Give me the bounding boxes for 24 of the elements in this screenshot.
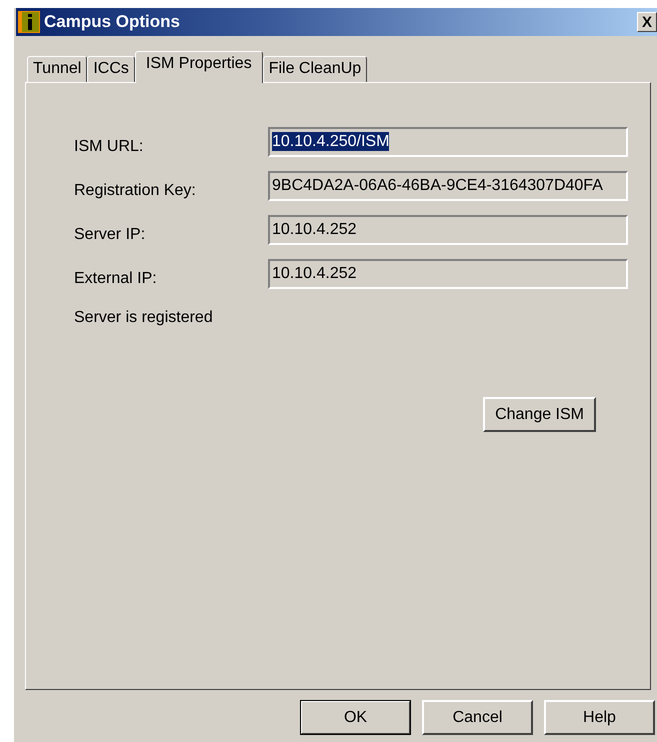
tab[interactable]: ISM Properties: [134, 51, 263, 83]
field-value: 10.10.4.252: [272, 264, 357, 283]
input-field[interactable]: 10.10.4.252: [268, 215, 628, 245]
dialog-button[interactable]: OK: [300, 700, 411, 735]
field-value: 10.10.4.252: [272, 220, 357, 239]
change-ism-button[interactable]: Change ISM: [483, 397, 596, 432]
field-label: Registration Key:: [74, 181, 197, 200]
status-text: Server is registered: [74, 309, 214, 327]
field-label: External IP:: [74, 269, 158, 288]
dialog-button[interactable]: Help: [544, 700, 655, 735]
window-title: Campus Options: [44, 12, 180, 32]
field-label: ISM URL:: [74, 137, 144, 156]
dialog-button[interactable]: Cancel: [422, 700, 533, 735]
input-field[interactable]: 10.10.4.252: [268, 259, 628, 289]
input-field[interactable]: 10.10.4.250/ISM: [268, 127, 628, 157]
field-label: Server IP:: [74, 225, 146, 244]
tab[interactable]: File CleanUp: [262, 56, 368, 82]
info-icon: [18, 11, 40, 33]
tab[interactable]: ICCs: [87, 56, 135, 82]
field-value: 10.10.4.250/ISM: [272, 132, 390, 151]
close-button[interactable]: X: [637, 12, 657, 32]
tab[interactable]: Tunnel: [27, 56, 88, 82]
input-field[interactable]: 9BC4DA2A-06A6-46BA-9CE4-3164307D40FA: [268, 171, 628, 201]
field-value: 9BC4DA2A-06A6-46BA-9CE4-3164307D40FA: [272, 176, 603, 195]
